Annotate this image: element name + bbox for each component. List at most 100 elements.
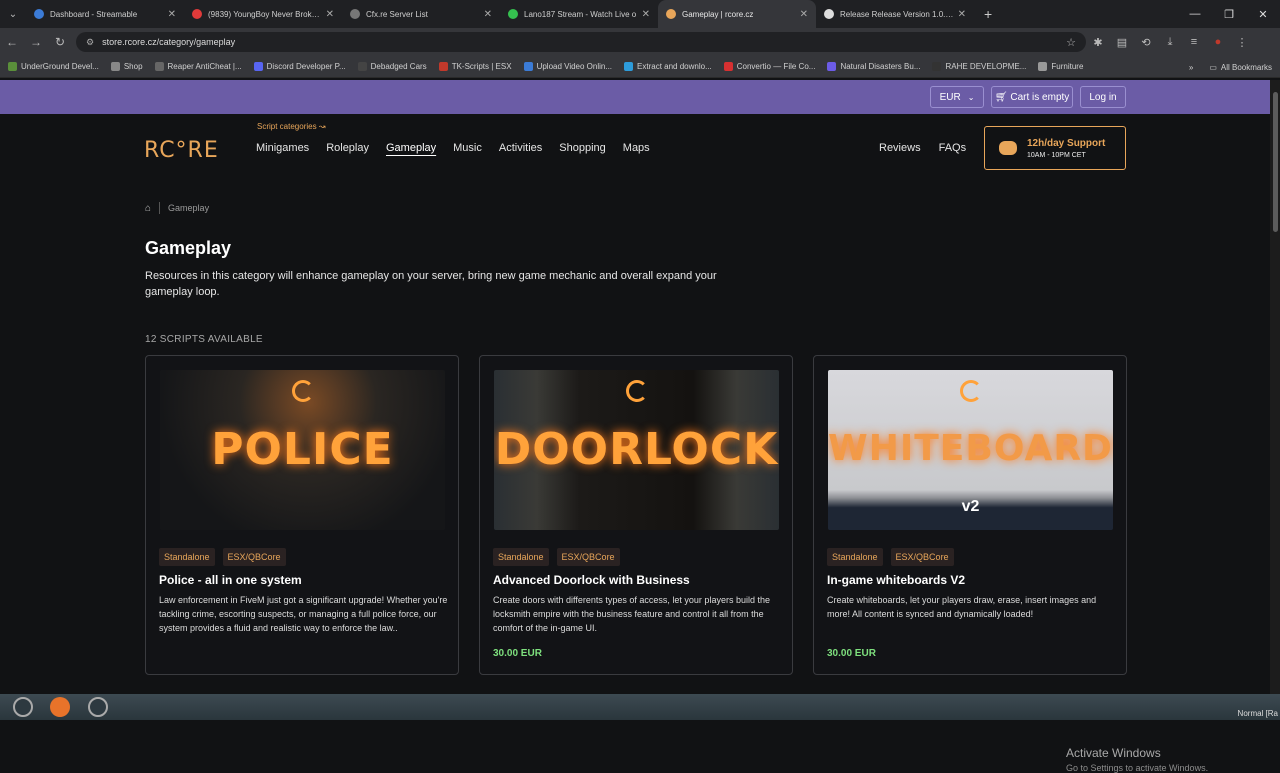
taskbar: Normal [Ra	[0, 694, 1280, 720]
all-bookmarks-label: All Bookmarks	[1220, 62, 1272, 72]
menu-item-music[interactable]: Music	[453, 142, 482, 154]
tab-close-icon[interactable]: ✕	[168, 9, 176, 20]
browser-tab[interactable]: Gameplay | rcore.cz ✕	[658, 0, 816, 28]
arrow-icon: ↝	[318, 122, 326, 131]
reading-list-icon[interactable]: ▤	[1110, 36, 1134, 49]
browser-tab[interactable]: Release Release Version 1.0.0 · A ✕	[816, 0, 974, 28]
product-image[interactable]: POLICE	[160, 370, 445, 530]
bookmark-item[interactable]: Shop	[110, 62, 143, 71]
browser-tab[interactable]: (9839) YoungBoy Never Broke A ✕	[184, 0, 342, 28]
support-hours: 10AM - 10PM CET	[1027, 151, 1086, 159]
product-image[interactable]: DOORLOCK	[494, 370, 779, 530]
bookmark-label: UnderGround Devel...	[21, 62, 99, 71]
new-tab-button[interactable]: +	[984, 6, 992, 22]
more-menu-icon[interactable]: ⋮	[1230, 36, 1254, 49]
login-button[interactable]: Log in	[1080, 86, 1126, 108]
url-field[interactable]: ⚙ store.rcore.cz/category/gameplay ☆	[76, 32, 1086, 52]
framework-tag: Standalone	[159, 548, 215, 566]
breadcrumb-divider	[159, 202, 161, 214]
header-link-reviews[interactable]: Reviews	[879, 142, 921, 154]
framework-tag: ESX/QBCore	[556, 548, 620, 566]
forward-icon[interactable]: →	[24, 35, 48, 49]
profile-icon[interactable]: ●	[1206, 36, 1230, 48]
window-controls: — ❐ ✕	[1178, 0, 1280, 28]
browser-tab[interactable]: Cfx.re Server List ✕	[342, 0, 500, 28]
bookmark-item[interactable]: Reaper AntiCheat |...	[154, 62, 242, 71]
home-icon[interactable]: ⌂	[145, 203, 151, 214]
bookmark-item[interactable]: Discord Developer P...	[253, 62, 346, 71]
bookmark-item[interactable]: RAHE DEVELOPME...	[932, 62, 1026, 71]
download-icon[interactable]: ⤓	[1158, 36, 1182, 49]
currency-select[interactable]: EUR ⌄	[930, 86, 984, 108]
menu-item-maps[interactable]: Maps	[623, 142, 650, 154]
support-title: 12h/day Support	[1027, 137, 1106, 149]
site-info-icon[interactable]: ⚙	[86, 37, 94, 48]
folder-icon: ▭	[1209, 62, 1217, 72]
breadcrumb-current: Gameplay	[168, 203, 210, 213]
maximize-icon[interactable]: ❐	[1212, 0, 1246, 28]
reload-icon[interactable]: ↻	[48, 35, 72, 49]
rcore-logo-icon	[292, 380, 314, 402]
scrollbar-thumb[interactable]	[1273, 92, 1278, 232]
bookmark-item[interactable]: TK-Scripts | ESX	[438, 62, 512, 71]
menu-item-shopping[interactable]: Shopping	[559, 142, 606, 154]
bookmark-item[interactable]: Extract and downlo...	[624, 62, 712, 71]
bookmark-label: Shop	[123, 62, 143, 71]
tab-title: Release Release Version 1.0.0 · A	[840, 9, 954, 19]
product-card[interactable]: WHITEBOARDS v2 Standalone ESX/QBCore In-game…	[813, 355, 1127, 675]
bookmark-item[interactable]: Convertio — File Co...	[723, 62, 815, 71]
bookmark-label: Reaper AntiCheat |...	[167, 62, 242, 71]
product-card[interactable]: DOORLOCK Standalone ESX/QBCore Advanced Doo…	[479, 355, 793, 675]
page-scrollbar[interactable]	[1270, 80, 1280, 694]
support-button[interactable]: 12h/day Support 10AM - 10PM CET	[984, 126, 1126, 170]
bookmark-label: Upload Video Onlin...	[536, 62, 613, 71]
browser-tab[interactable]: Dashboard - Streamable ✕	[26, 0, 184, 28]
tab-close-icon[interactable]: ✕	[484, 9, 492, 20]
flame-icon[interactable]	[88, 697, 108, 717]
all-bookmarks[interactable]: » ▭ All Bookmarks	[1189, 56, 1272, 78]
cart-button[interactable]: 🛒︎ Cart is empty	[991, 86, 1073, 108]
bookmark-item[interactable]: UnderGround Devel...	[8, 62, 99, 71]
tag-list: Standalone ESX/QBCore	[159, 548, 294, 566]
tab-favicon-icon	[508, 9, 518, 19]
url-text: store.rcore.cz/category/gameplay	[102, 37, 236, 47]
product-image[interactable]: WHITEBOARDS v2	[828, 370, 1113, 530]
bookmark-item[interactable]: Furniture	[1038, 62, 1083, 71]
tab-close-icon[interactable]: ✕	[800, 9, 808, 20]
page-description: Resources in this category will enhance …	[145, 270, 717, 298]
menu-item-roleplay[interactable]: Roleplay	[326, 142, 369, 154]
close-icon[interactable]: ✕	[1246, 0, 1280, 28]
tab-favicon-icon	[350, 9, 360, 19]
bookmark-label: TK-Scripts | ESX	[451, 62, 512, 71]
menu-item-minigames[interactable]: Minigames	[256, 142, 309, 154]
framework-tag: Standalone	[493, 548, 549, 566]
bookmark-star-icon[interactable]: ☆	[1066, 36, 1076, 49]
extensions-icon[interactable]: ✱	[1086, 36, 1110, 49]
menu-item-activities[interactable]: Activities	[499, 142, 542, 154]
tab-search-icon[interactable]: ⌄	[0, 0, 26, 28]
minimize-icon[interactable]: —	[1178, 0, 1212, 28]
menu-item-gameplay[interactable]: Gameplay	[386, 142, 436, 154]
bookmark-item[interactable]: Upload Video Onlin...	[523, 62, 613, 71]
tab-title: Gameplay | rcore.cz	[682, 9, 754, 19]
product-title[interactable]: Police - all in one system	[159, 573, 302, 587]
back-icon[interactable]: ←	[0, 35, 24, 49]
bookmark-item[interactable]: Natural Disasters Bu...	[827, 62, 920, 71]
chat-icon[interactable]	[50, 697, 70, 717]
microphone-icon[interactable]	[13, 697, 33, 717]
product-title[interactable]: In-game whiteboards V2	[827, 573, 965, 587]
rcore-logo-icon	[960, 380, 982, 402]
site-logo[interactable]: RC°RE	[144, 138, 219, 163]
bookmark-item[interactable]: Debadged Cars	[357, 62, 427, 71]
tab-close-icon[interactable]: ✕	[958, 9, 966, 20]
product-card[interactable]: POLICE Standalone ESX/QBCore Police - all i…	[145, 355, 459, 675]
tab-close-icon[interactable]: ✕	[326, 9, 334, 20]
product-description: Create whiteboards, let your players dra…	[827, 595, 1097, 619]
media-icon[interactable]: ≡	[1182, 36, 1206, 48]
history-icon[interactable]: ⟲	[1134, 36, 1158, 49]
header-link-faqs[interactable]: FAQs	[939, 142, 967, 154]
browser-tab[interactable]: Lano187 Stream - Watch Live o ✕	[500, 0, 658, 28]
product-title[interactable]: Advanced Doorlock with Business	[493, 573, 690, 587]
tab-close-icon[interactable]: ✕	[642, 9, 650, 20]
bookmarks-overflow-icon[interactable]: »	[1189, 63, 1193, 72]
